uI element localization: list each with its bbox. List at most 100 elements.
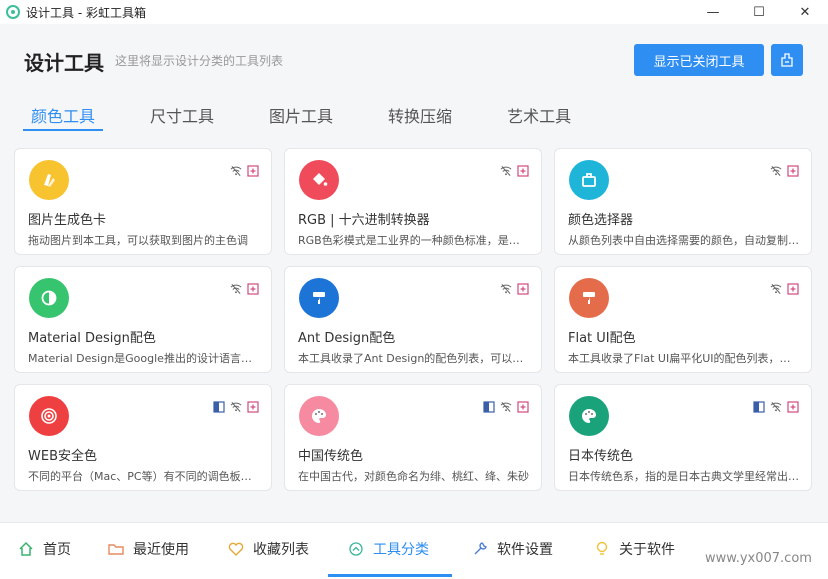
title-bar: 设计工具 - 彩虹工具箱 — ☐ ✕ [0,0,828,24]
card-flags [500,165,529,177]
window-mode-icon [753,401,765,413]
nav-about[interactable]: 关于软件 [594,523,675,575]
tool-card-description: Material Design是Google推出的设计语言，这里 [28,352,260,365]
broom-icon [781,53,793,67]
paint-roller-icon [569,278,609,318]
tab-size-tools[interactable]: 尺寸工具 [142,94,222,136]
no-wifi-icon [500,283,512,295]
no-wifi-icon [230,401,242,413]
card-flags [500,283,529,295]
nav-favorites[interactable]: 收藏列表 [228,523,309,575]
tool-card-title: 日本传统色 [568,449,634,464]
nav-recent[interactable]: 最近使用 [108,523,189,575]
tool-card-description: RGB色彩模式是工业界的一种颜色标准，是通过对红 [298,234,530,247]
palette-icon [299,396,339,436]
target-icon [29,396,69,436]
folder-icon [108,541,124,557]
maximize-button[interactable]: ☐ [736,0,782,24]
close-button[interactable]: ✕ [782,0,828,24]
card-flags [230,283,259,295]
tab-color-tools[interactable]: 颜色工具 [23,94,104,136]
minimize-button[interactable]: — [690,0,736,24]
nav-categories[interactable]: 工具分类 [348,523,429,575]
tool-card-description: 不同的平台（Mac、PC等）有不同的调色板，不同的 [28,470,260,483]
page-header: 设计工具 这里将显示设计分类的工具列表 显示已关闭工具 [0,24,828,94]
nav-favorites-label: 收藏列表 [253,542,309,558]
paint-bucket-icon [299,160,339,200]
add-favorite-icon[interactable] [787,165,799,177]
wrench-icon [472,541,488,557]
nav-home-label: 首页 [43,542,71,558]
card-flags [483,401,529,413]
tool-card-description: 拖动图片到本工具，可以获取到图片的主色调 [28,234,248,247]
no-wifi-icon [770,401,782,413]
add-favorite-icon[interactable] [517,401,529,413]
category-tabs: 颜色工具 尺寸工具 图片工具 转换压缩 艺术工具 [0,94,828,136]
tool-card[interactable]: Ant Design配色本工具收录了Ant Design的配色列表，可以直接 [284,266,542,373]
app-logo-icon [6,5,20,19]
tool-card-title: RGB | 十六进制转换器 [298,213,430,228]
show-closed-tools-button[interactable]: 显示已关闭工具 [634,44,764,76]
tool-card-title: Flat UI配色 [568,331,636,346]
nav-home[interactable]: 首页 [18,523,71,575]
home-icon [18,541,34,557]
tab-image-tools[interactable]: 图片工具 [261,94,341,136]
clear-button[interactable] [771,44,803,76]
category-icon [348,541,364,557]
card-flags [753,401,799,413]
heart-icon [228,541,244,557]
tool-card[interactable]: 图片生成色卡 拖动图片到本工具，可以获取到图片的主色调 [14,148,272,255]
tool-card[interactable]: WEB安全色不同的平台（Mac、PC等）有不同的调色板，不同的 [14,384,272,491]
add-favorite-icon[interactable] [247,401,259,413]
no-wifi-icon [500,165,512,177]
nav-active-indicator [328,574,452,577]
card-flags [770,165,799,177]
paint-roller-icon [299,278,339,318]
watermark: www.yx007.com [705,551,812,566]
tool-card[interactable]: RGB | 十六进制转换器 RGB色彩模式是工业界的一种颜色标准，是通过对红 [284,148,542,255]
tab-convert-compress[interactable]: 转换压缩 [380,94,460,136]
bottom-navigation: 首页 最近使用 收藏列表 工具分类 软件设置 关于软件 www.yx007.co… [0,522,828,579]
nav-categories-label: 工具分类 [373,542,429,558]
tool-card[interactable]: 日本传统色 日本传统色系，指的是日本古典文学里经常出现的 [554,384,812,491]
tool-card[interactable]: Flat UI配色本工具收录了Flat UI扁平化UI的配色列表，可以 [554,266,812,373]
tool-card-title: 颜色选择器 [568,213,634,228]
add-favorite-icon[interactable] [247,283,259,295]
contrast-icon [29,278,69,318]
card-flags [213,401,259,413]
tool-card-title: 中国传统色 [298,449,364,464]
add-favorite-icon[interactable] [247,165,259,177]
no-wifi-icon [770,283,782,295]
add-favorite-icon[interactable] [787,401,799,413]
page-subtitle: 这里将显示设计分类的工具列表 [115,54,284,68]
tool-card-description: 本工具收录了Flat UI扁平化UI的配色列表，可以 [568,352,800,365]
color-palette-icon [29,160,69,200]
window-title: 设计工具 - 彩虹工具箱 [26,5,146,20]
tab-art-tools[interactable]: 艺术工具 [499,94,579,136]
page-title: 设计工具 [24,51,104,75]
tool-card[interactable]: 颜色选择器从颜色列表中自由选择需要的颜色，自动复制色值 [554,148,812,255]
no-wifi-icon [230,165,242,177]
tool-card-description: 从颜色列表中自由选择需要的颜色，自动复制色值 [568,234,800,247]
add-favorite-icon[interactable] [517,283,529,295]
tool-card-title: WEB安全色 [28,449,97,464]
add-favorite-icon[interactable] [517,165,529,177]
no-wifi-icon [500,401,512,413]
tool-card-title: Material Design配色 [28,331,156,346]
add-favorite-icon[interactable] [787,283,799,295]
tool-card[interactable]: 中国传统色 在中国古代，对颜色命名为绯、桃红、绛、朱砂 [284,384,542,491]
nav-about-label: 关于软件 [619,542,675,558]
card-flags [230,165,259,177]
tool-card-description: 本工具收录了Ant Design的配色列表，可以直接 [298,352,530,365]
no-wifi-icon [230,283,242,295]
tool-card[interactable]: Material Design配色 Material Design是Google推… [14,266,272,373]
nav-settings[interactable]: 软件设置 [472,523,553,575]
no-wifi-icon [770,165,782,177]
color-picker-icon [569,160,609,200]
window-mode-icon [213,401,225,413]
bulb-icon [594,541,610,557]
tool-card-title: Ant Design配色 [298,331,396,346]
window-controls: — ☐ ✕ [690,0,828,24]
card-flags [770,283,799,295]
window-mode-icon [483,401,495,413]
